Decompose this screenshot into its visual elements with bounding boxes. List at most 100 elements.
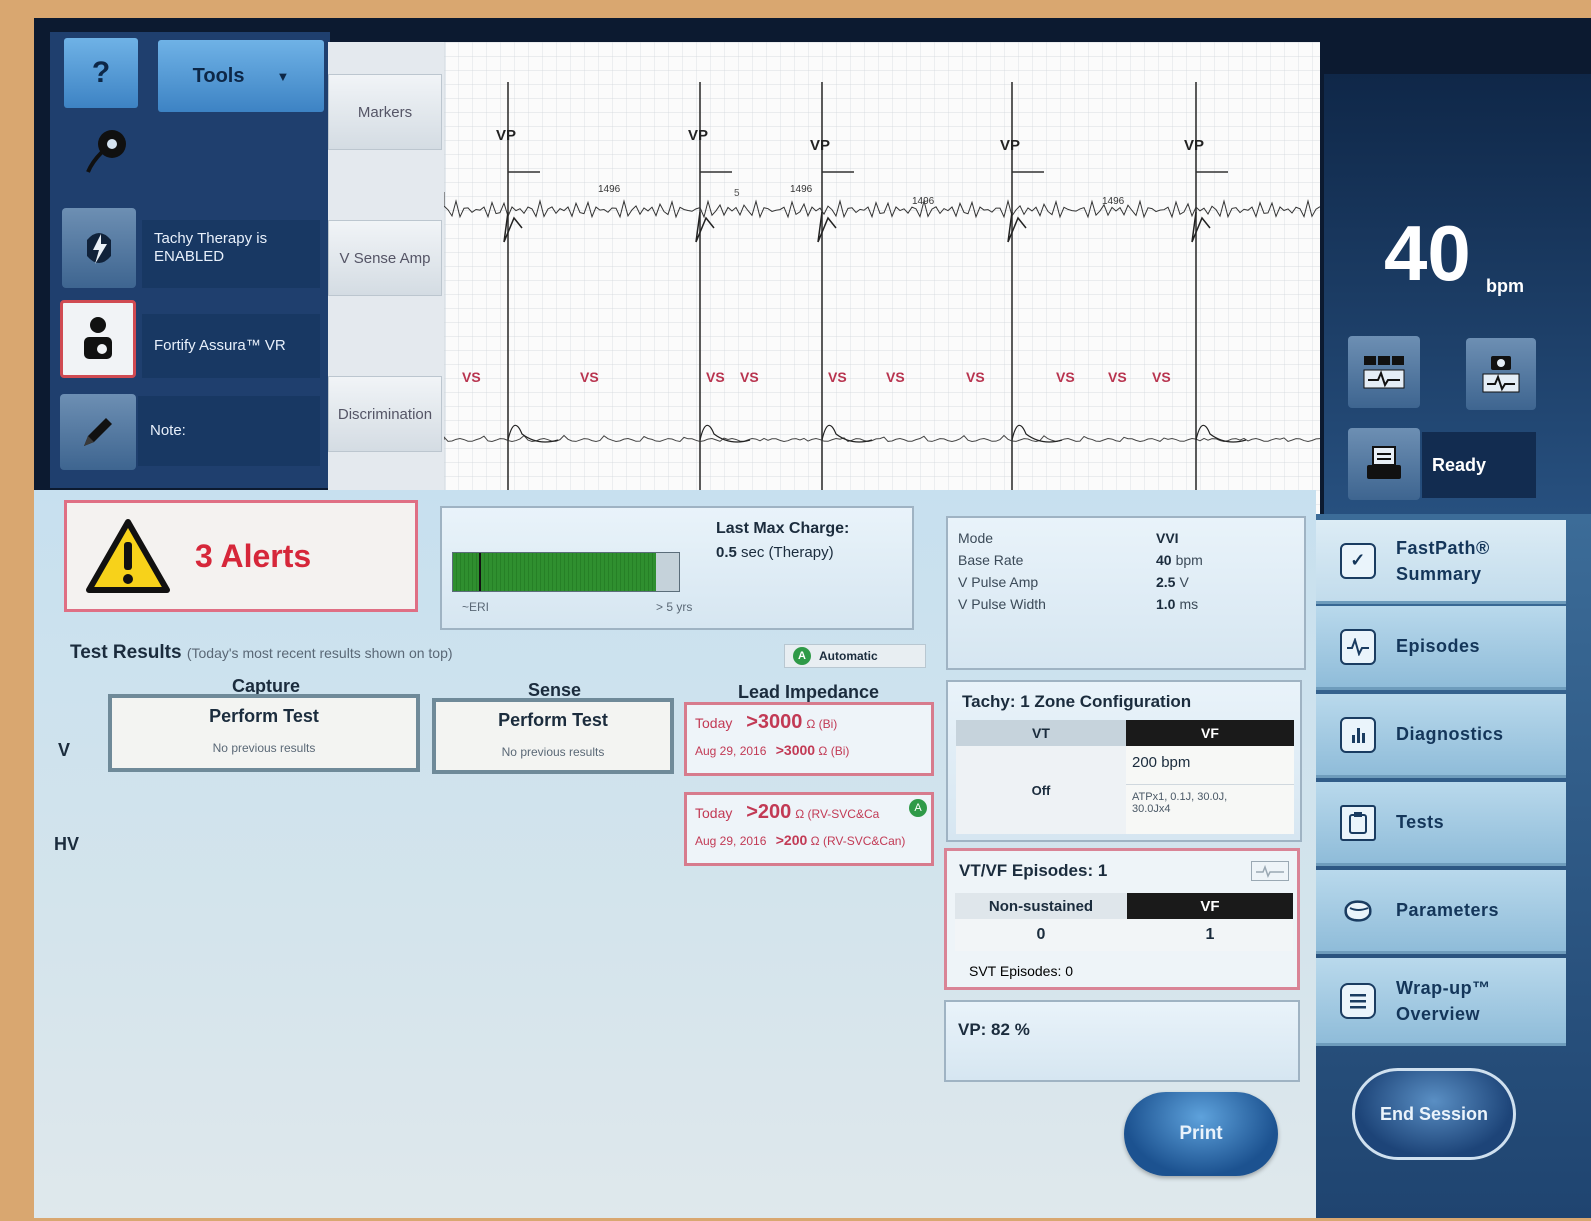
nav-diagnostics-label: Diagnostics: [1396, 724, 1504, 744]
nav-episodes[interactable]: Episodes: [1316, 606, 1566, 690]
test-results-title: Test Results: [70, 642, 182, 663]
tachy-therapy-icon[interactable]: [62, 208, 136, 288]
pencil-icon[interactable]: [60, 394, 136, 470]
automatic-label: Automatic: [819, 649, 878, 663]
vt-vf-episodes-card[interactable]: VT/VF Episodes: 1 Non-sustained VF 0 1 S…: [944, 848, 1300, 990]
interval-label: 1496: [1102, 196, 1125, 207]
capture-perform-test-label: Perform Test: [209, 706, 319, 726]
wand-icon[interactable]: [80, 122, 134, 176]
battery-gauge: [452, 552, 680, 592]
v-lead-today-unit: Ω (Bi): [806, 717, 838, 731]
nav-episodes-label: Episodes: [1396, 636, 1481, 656]
v-lead-today-value: >3000: [746, 711, 803, 733]
row-label-v: V: [58, 740, 71, 760]
nonsustained-column-header: Non-sustained: [955, 893, 1127, 919]
discrimination-tab[interactable]: Discrimination: [328, 376, 442, 452]
chevron-down-icon: ▼: [276, 68, 290, 84]
tachy-config-title: Tachy: 1 Zone Configuration: [962, 692, 1192, 711]
parameters-summary-card[interactable]: Mode VVI Base Rate 40 bpm V Pulse Amp 2.5 VV …: [946, 516, 1306, 670]
nav-tests[interactable]: Tests: [1316, 782, 1566, 866]
v-lead-prev-value: >3000: [775, 742, 816, 758]
end-session-button[interactable]: End Session: [1352, 1068, 1516, 1160]
v-lead-impedance-card[interactable]: Today >3000 Ω (Bi) Aug 29, 2016 >3000 Ω …: [684, 702, 934, 776]
sense-marker-label: VS: [886, 369, 905, 385]
vf-rate-value: 200 bpm: [1126, 746, 1294, 784]
parameter-row: Base Rate 40 bpm: [958, 552, 1298, 574]
last-max-charge-unit: sec (Therapy): [741, 544, 834, 561]
markers-tab[interactable]: Markers: [328, 74, 442, 150]
ecg-panel: Markers V Sense Amp Discrimination VP VP V…: [328, 42, 1320, 514]
hv-lead-impedance-card[interactable]: Today >200 Ω (RV-SVC&Ca Aug 29, 2016 >20…: [684, 792, 934, 866]
parameter-row: Mode VVI: [958, 530, 1298, 552]
parameter-label: V Pulse Amp: [958, 574, 1039, 590]
vt-column-header: VT: [956, 720, 1126, 746]
vt-zone-value: Off: [956, 746, 1126, 834]
nav-wrapup-label: Wrap-up™ Overview: [1396, 977, 1491, 1024]
sense-marker-label: VS: [580, 369, 599, 385]
capture-perform-test-button[interactable]: Perform Test No previous results: [108, 694, 420, 772]
sense-marker-label: VS: [1108, 369, 1127, 385]
alerts-button[interactable]: 3 Alerts: [64, 500, 418, 612]
vp-percent-card[interactable]: VP: 82 %: [944, 1000, 1300, 1082]
help-button[interactable]: ?: [64, 38, 138, 108]
alerts-count: 3 Alerts: [195, 537, 312, 574]
test-results-subtitle: (Today's most recent results shown on to…: [186, 645, 453, 661]
note-field[interactable]: Note:: [138, 396, 320, 466]
v-sense-amp-tab[interactable]: V Sense Amp: [328, 220, 442, 296]
heart-rate-unit: bpm: [1486, 276, 1524, 296]
v-lead-prev-date: Aug 29, 2016: [695, 744, 767, 758]
sense-no-previous: No previous results: [501, 745, 605, 759]
interval-label: 1496: [912, 196, 935, 207]
print-button[interactable]: Print: [1124, 1092, 1278, 1176]
nav-fastpath-summary[interactable]: ✓ FastPath® Summary: [1316, 520, 1566, 604]
tachy-config-card[interactable]: Tachy: 1 Zone Configuration VT VF Off 20…: [946, 680, 1302, 842]
lead-impedance-column-header: Lead Impedance: [738, 682, 880, 702]
device-icon[interactable]: [60, 300, 136, 378]
v-lead-today-label: Today: [695, 715, 733, 731]
bar-chart-icon: [1340, 716, 1376, 753]
interval-label: 1496: [790, 184, 813, 195]
sense-marker-label: VS: [740, 369, 759, 385]
parameter-label: Mode: [958, 530, 994, 546]
programmer-screen: ? Tools ▼ Tachy Therapy is ENABLED Forti…: [34, 18, 1591, 1218]
battery-level-fill: [453, 553, 657, 591]
sense-marker-label: VS: [1056, 369, 1075, 385]
hv-lead-today-value: >200: [746, 801, 792, 823]
svt-episodes-label: SVT Episodes: 0: [969, 963, 1074, 979]
tools-menu-button[interactable]: Tools ▼: [158, 40, 324, 112]
hv-lead-prev-unit: Ω (RV-SVC&Can): [810, 834, 906, 848]
nav-wrapup-overview[interactable]: Wrap-up™ Overview: [1316, 958, 1566, 1046]
nav-parameters-label: Parameters: [1396, 900, 1500, 920]
sense-marker-label: VS: [462, 369, 481, 385]
sense-perform-test-button[interactable]: Perform Test No previous results: [432, 698, 674, 774]
vf-episodes-column-header: VF: [1127, 893, 1293, 919]
parameter-unit: V: [1179, 574, 1189, 590]
strip-layout-icon[interactable]: [1348, 336, 1420, 408]
battery-years-label: > 5 yrs: [656, 600, 693, 614]
hv-lead-today-label: Today: [695, 805, 733, 821]
pace-marker-label: VP: [1000, 137, 1020, 154]
snapshot-icon[interactable]: [1466, 338, 1536, 410]
vf-therapy-value: ATPx1, 0.1J, 30.0J, 30.0Jx4: [1126, 784, 1294, 834]
nav-diagnostics[interactable]: Diagnostics: [1316, 694, 1566, 778]
automatic-badge: A Automatic: [784, 644, 926, 668]
vf-column-header: VF: [1126, 720, 1294, 746]
clipboard-icon: [1340, 804, 1376, 841]
parameter-label: Base Rate: [958, 552, 1024, 568]
nav-parameters[interactable]: Parameters: [1316, 870, 1566, 954]
printer-icon[interactable]: [1348, 428, 1420, 500]
battery-card[interactable]: ~ERI > 5 yrs Last Max Charge: 0.5 sec (T…: [440, 506, 914, 630]
ecg-strip: VP VP VP VP VP 1496 1496 1496 1496 VS VS VS VS VS VS VS…: [444, 42, 1320, 514]
test-results-heading: Test Results (Today's most recent result…: [70, 642, 453, 664]
battery-eri-label: ~ERI: [462, 600, 490, 614]
vf-episodes-count: 1: [1127, 919, 1293, 951]
sense-marker-label: VS: [706, 369, 725, 385]
pace-marker-label: VP: [496, 127, 516, 144]
ekg-thumbnail-icon: [1251, 861, 1289, 881]
parameter-label: V Pulse Width: [958, 596, 1046, 612]
hv-lead-prev-value: >200: [775, 832, 808, 848]
row-label-hv: HV: [54, 834, 80, 854]
sense-marker-label: VS: [828, 369, 847, 385]
pace-marker-label: VP: [1184, 137, 1204, 154]
vp-percent-label: VP: 82 %: [958, 1020, 1030, 1039]
